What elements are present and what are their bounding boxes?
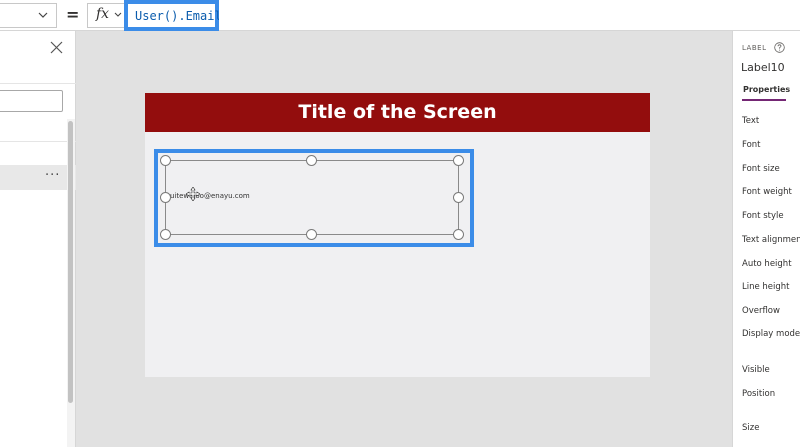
- more-options-icon[interactable]: ···: [45, 168, 60, 183]
- resize-handle-left[interactable]: [160, 192, 171, 203]
- fx-label: fx: [96, 6, 110, 22]
- property-display-mode[interactable]: Display mode: [742, 329, 800, 339]
- divider: [0, 141, 76, 142]
- property-visible[interactable]: Visible: [742, 365, 770, 375]
- help-icon[interactable]: [774, 42, 785, 53]
- resize-handle-top-left[interactable]: [160, 155, 171, 166]
- tree-item-selected[interactable]: [0, 165, 76, 190]
- tab-properties[interactable]: Properties: [743, 85, 790, 94]
- power-apps-studio: = fx User().Email ··· Title of the Scree…: [0, 0, 800, 447]
- property-font-style[interactable]: Font style: [742, 211, 784, 221]
- resize-handle-bottom-right[interactable]: [453, 229, 464, 240]
- label-text: uitewaloo@enayu.com: [170, 192, 250, 200]
- screen-title: Title of the Screen: [298, 101, 497, 123]
- property-auto-height[interactable]: Auto height: [742, 259, 792, 269]
- chevron-down-icon: [114, 12, 122, 17]
- property-overflow[interactable]: Overflow: [742, 306, 780, 316]
- formula-input-highlight[interactable]: User().Email: [124, 0, 222, 31]
- close-icon[interactable]: [50, 41, 63, 54]
- property-font-size[interactable]: Font size: [742, 164, 780, 174]
- property-size[interactable]: Size: [742, 423, 759, 433]
- property-font-weight[interactable]: Font weight: [742, 187, 792, 197]
- function-button[interactable]: fx: [87, 3, 125, 28]
- equals-sign: =: [66, 5, 80, 24]
- active-tab-indicator: [742, 99, 786, 101]
- screen-title-bar[interactable]: Title of the Screen: [145, 93, 650, 132]
- resize-handle-right[interactable]: [453, 192, 464, 203]
- control-name[interactable]: Label10: [741, 61, 785, 74]
- formula-bar: = fx User().Email: [0, 0, 800, 31]
- divider: [0, 83, 76, 84]
- move-cursor-icon: [186, 187, 200, 201]
- chevron-down-icon: [38, 12, 48, 18]
- property-font[interactable]: Font: [742, 140, 761, 150]
- property-text[interactable]: Text: [742, 116, 759, 126]
- scrollbar-thumb[interactable]: [68, 121, 73, 403]
- resize-handle-bottom-left[interactable]: [160, 229, 171, 240]
- search-input[interactable]: [0, 90, 63, 112]
- resize-handle-top-right[interactable]: [453, 155, 464, 166]
- property-text-alignment[interactable]: Text alignment: [742, 235, 800, 245]
- property-line-height[interactable]: Line height: [742, 282, 790, 292]
- tree-view-panel: ···: [0, 31, 76, 447]
- property-dropdown[interactable]: [0, 3, 57, 28]
- resize-handle-top[interactable]: [306, 155, 317, 166]
- formula-input[interactable]: User().Email: [135, 9, 222, 23]
- formula-input-area[interactable]: [219, 3, 800, 28]
- property-position[interactable]: Position: [742, 389, 775, 399]
- resize-handle-bottom[interactable]: [306, 229, 317, 240]
- control-type-label: LABEL: [742, 44, 767, 52]
- properties-panel: LABEL Label10 Properties Text Font Font …: [732, 31, 800, 447]
